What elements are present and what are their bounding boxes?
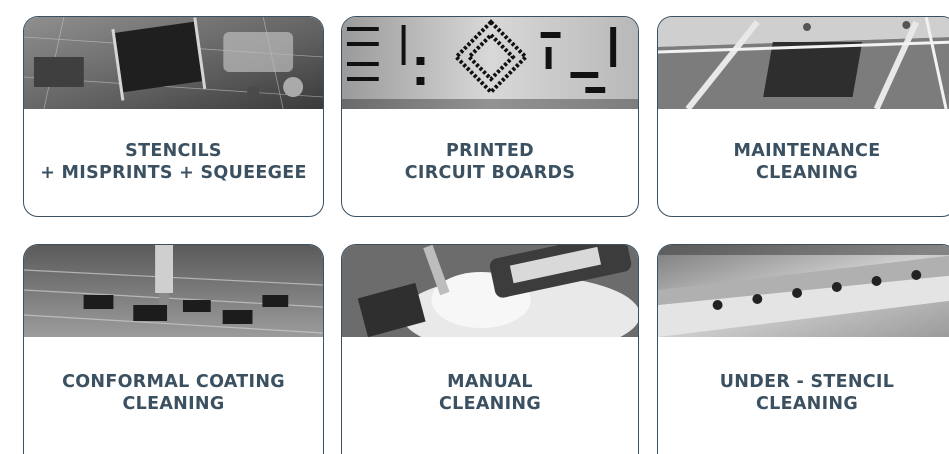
category-title-line1: MAINTENANCE xyxy=(733,141,881,161)
category-title: MANUAL CLEANING xyxy=(342,371,638,415)
category-title-line1: PRINTED xyxy=(446,141,534,161)
category-title-line1: MANUAL xyxy=(447,372,533,392)
category-grid: STENCILS + MISPRINTS + SQUEEGEE PRINTED … xyxy=(23,16,949,454)
stencil-rail-photo xyxy=(658,245,949,337)
category-title: CONFORMAL COATING CLEANING xyxy=(24,371,323,415)
machine-frame-photo xyxy=(658,17,949,109)
category-card-manual-cleaning[interactable]: MANUAL CLEANING xyxy=(341,244,639,454)
category-card-conformal-coating-cleaning[interactable]: CONFORMAL COATING CLEANING xyxy=(23,244,324,454)
category-title-line2: CLEANING xyxy=(438,394,542,414)
category-title: UNDER - STENCIL CLEANING xyxy=(658,371,949,415)
category-card-printed-circuit-boards[interactable]: PRINTED CIRCUIT BOARDS xyxy=(341,16,639,217)
category-title-line1: STENCILS xyxy=(125,141,222,161)
category-title: MAINTENANCE CLEANING xyxy=(658,140,949,184)
category-title-line1: CONFORMAL COATING xyxy=(62,372,285,392)
hand-wiping-photo xyxy=(342,245,638,337)
category-card-stencils[interactable]: STENCILS + MISPRINTS + SQUEEGEE xyxy=(23,16,324,217)
category-title: STENCILS + MISPRINTS + SQUEEGEE xyxy=(24,140,323,184)
category-card-under-stencil-cleaning[interactable]: UNDER - STENCIL CLEANING xyxy=(657,244,949,454)
category-card-maintenance-cleaning[interactable]: MAINTENANCE CLEANING xyxy=(657,16,949,217)
category-title-line2: CLEANING xyxy=(122,394,225,414)
circuit-chip-photo xyxy=(24,17,323,109)
coating-nozzle-photo xyxy=(24,245,323,337)
category-title-line2: CLEANING xyxy=(755,394,859,414)
category-title-line2: CIRCUIT BOARDS xyxy=(404,163,576,183)
category-title-line2: + MISPRINTS + SQUEEGEE xyxy=(40,163,307,183)
stencil-pattern-photo xyxy=(342,17,638,109)
category-title: PRINTED CIRCUIT BOARDS xyxy=(342,140,638,184)
category-title-line2: CLEANING xyxy=(755,163,859,183)
category-title-line1: UNDER - STENCIL xyxy=(719,372,895,392)
